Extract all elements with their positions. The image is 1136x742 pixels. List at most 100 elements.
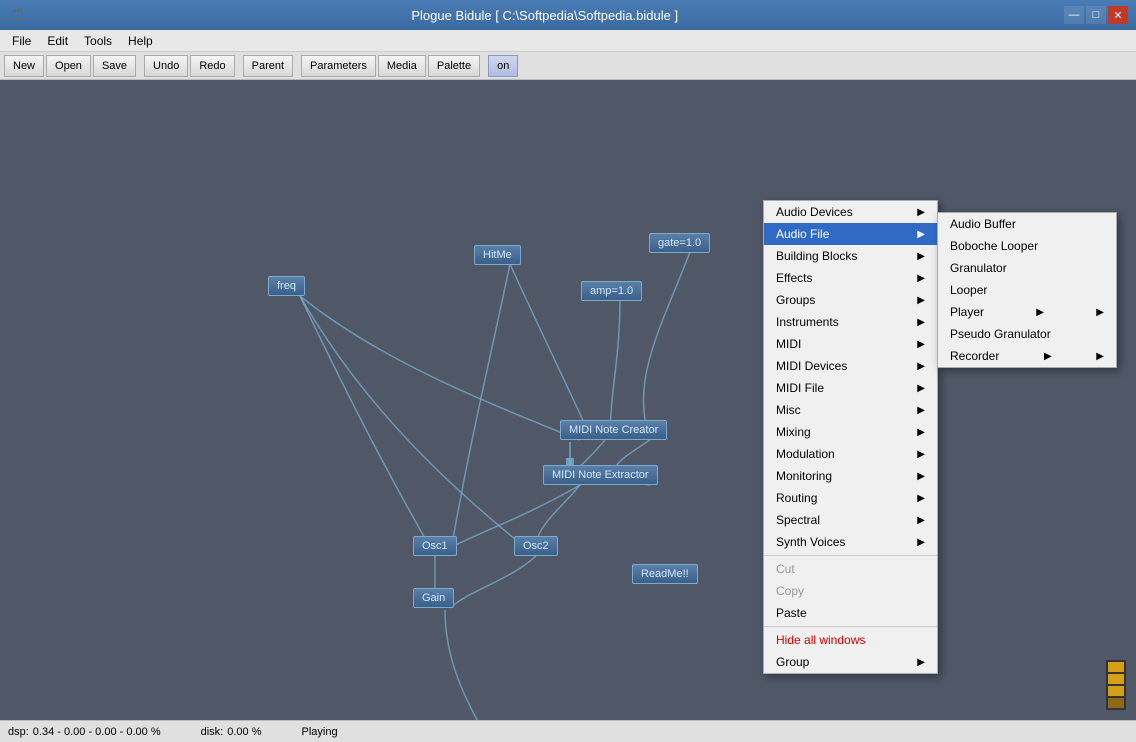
arrow-icon: ▶	[917, 537, 925, 548]
vu-bar-4	[1108, 698, 1124, 708]
arrow-icon: ▶	[917, 383, 925, 394]
separator-1	[764, 555, 937, 556]
node-amp[interactable]: amp=1.0	[581, 281, 642, 301]
node-osc1[interactable]: Osc1	[413, 536, 457, 556]
arrow-icon: ▶	[917, 251, 925, 262]
parameters-button[interactable]: Parameters	[301, 55, 376, 77]
ctx-cut[interactable]: Cut	[764, 558, 937, 580]
app-icon: 🎵	[8, 7, 25, 24]
canvas-area[interactable]: freq HitMe gate=1.0 amp=1.0 MIDI Note Cr…	[0, 80, 1136, 720]
sub-boboche-looper[interactable]: Boboche Looper	[938, 235, 1116, 257]
node-midi-note-extractor[interactable]: MIDI Note Extractor	[543, 465, 658, 485]
toolbar: New Open Save Undo Redo Parent Parameter…	[0, 52, 1136, 80]
node-gate[interactable]: gate=1.0	[649, 233, 710, 253]
menu-tools[interactable]: Tools	[76, 32, 120, 50]
menu-help[interactable]: Help	[120, 32, 161, 50]
ctx-modulation[interactable]: Modulation ▶	[764, 443, 937, 465]
node-midi-note-creator[interactable]: MIDI Note Creator	[560, 420, 667, 440]
ctx-copy[interactable]: Copy	[764, 580, 937, 602]
arrow-icon: ▶	[1044, 351, 1052, 362]
window-title: Plogue Bidule [ C:\Softpedia\Softpedia.b…	[25, 8, 1064, 23]
open-button[interactable]: Open	[46, 55, 91, 77]
arrow-icon: ▶	[917, 449, 925, 460]
close-button[interactable]: ✕	[1108, 6, 1128, 24]
connections-svg	[0, 80, 1136, 720]
ctx-audio-devices[interactable]: Audio Devices ▶	[764, 201, 937, 223]
arrow-icon: ▶	[917, 493, 925, 504]
separator-2	[764, 626, 937, 627]
node-freq[interactable]: freq	[268, 276, 305, 296]
disk-label: disk:	[201, 726, 224, 738]
media-button[interactable]: Media	[378, 55, 426, 77]
sub-audio-buffer[interactable]: Audio Buffer	[938, 213, 1116, 235]
ctx-midi-file[interactable]: MIDI File ▶	[764, 377, 937, 399]
arrow-icon: ▶	[917, 295, 925, 306]
ctx-routing[interactable]: Routing ▶	[764, 487, 937, 509]
new-button[interactable]: New	[4, 55, 44, 77]
sub-recorder[interactable]: Recorder ▶	[938, 345, 1116, 367]
minimize-button[interactable]: —	[1064, 6, 1084, 24]
ctx-groups[interactable]: Groups ▶	[764, 289, 937, 311]
ctx-hide-all-windows[interactable]: Hide all windows	[764, 629, 937, 651]
arrow-icon: ▶	[917, 339, 925, 350]
ctx-paste[interactable]: Paste	[764, 602, 937, 624]
node-osc2[interactable]: Osc2	[514, 536, 558, 556]
arrow-icon: ▶	[1036, 307, 1044, 318]
ctx-midi[interactable]: MIDI ▶	[764, 333, 937, 355]
menu-file[interactable]: File	[4, 32, 39, 50]
window-controls: — □ ✕	[1064, 6, 1128, 24]
dsp-status: dsp: 0.34 - 0.00 - 0.00 - 0.00 %	[8, 726, 161, 738]
arrow-icon: ▶	[917, 317, 925, 328]
vu-meter	[1106, 660, 1126, 710]
ctx-audio-file[interactable]: Audio File ▶	[764, 223, 937, 245]
arrow-icon: ▶	[917, 361, 925, 372]
ctx-spectral[interactable]: Spectral ▶	[764, 509, 937, 531]
submenu-audiofile: Audio Buffer Boboche Looper Granulator L…	[937, 212, 1117, 368]
disk-status: disk: 0.00 %	[201, 726, 262, 738]
menu-edit[interactable]: Edit	[39, 32, 76, 50]
ctx-mixing[interactable]: Mixing ▶	[764, 421, 937, 443]
context-menu: Audio Devices ▶ Audio File ▶ Building Bl…	[763, 200, 938, 674]
arrow-icon: ▶	[917, 207, 925, 218]
ctx-monitoring[interactable]: Monitoring ▶	[764, 465, 937, 487]
ctx-building-blocks[interactable]: Building Blocks ▶	[764, 245, 937, 267]
undo-button[interactable]: Undo	[144, 55, 188, 77]
arrow-icon: ▶	[917, 405, 925, 416]
disk-value: 0.00 %	[227, 726, 261, 738]
ctx-instruments[interactable]: Instruments ▶	[764, 311, 937, 333]
playing-status: Playing	[301, 726, 337, 738]
arrow-icon: ▶	[917, 427, 925, 438]
vu-bar-2	[1108, 674, 1124, 684]
arrow-icon: ▶	[917, 657, 925, 668]
node-hitme[interactable]: HitMe	[474, 245, 521, 265]
ctx-effects[interactable]: Effects ▶	[764, 267, 937, 289]
sub-player[interactable]: Player ▶	[938, 301, 1116, 323]
arrow-icon: ▶	[917, 273, 925, 284]
on-button[interactable]: on	[488, 55, 518, 77]
palette-button[interactable]: Palette	[428, 55, 480, 77]
arrow-icon: ▶	[917, 515, 925, 526]
titlebar: 🎵 Plogue Bidule [ C:\Softpedia\Softpedia…	[0, 0, 1136, 30]
ctx-group[interactable]: Group ▶	[764, 651, 937, 673]
ctx-midi-devices[interactable]: MIDI Devices ▶	[764, 355, 937, 377]
titlebar-left: 🎵	[8, 7, 25, 24]
redo-button[interactable]: Redo	[190, 55, 234, 77]
arrow-icon: ▶	[917, 471, 925, 482]
vu-bar-3	[1108, 686, 1124, 696]
vu-bar-1	[1108, 662, 1124, 672]
dsp-value: 0.34 - 0.00 - 0.00 - 0.00 %	[33, 726, 161, 738]
arrow-icon: ▶	[917, 229, 925, 240]
sub-pseudo-granulator[interactable]: Pseudo Granulator	[938, 323, 1116, 345]
ctx-synth-voices[interactable]: Synth Voices ▶	[764, 531, 937, 553]
sub-looper[interactable]: Looper	[938, 279, 1116, 301]
save-button[interactable]: Save	[93, 55, 136, 77]
parent-button[interactable]: Parent	[243, 55, 293, 77]
node-readme[interactable]: ReadMe!!	[632, 564, 698, 584]
statusbar: dsp: 0.34 - 0.00 - 0.00 - 0.00 % disk: 0…	[0, 720, 1136, 742]
dsp-label: dsp:	[8, 726, 29, 738]
ctx-misc[interactable]: Misc ▶	[764, 399, 937, 421]
maximize-button[interactable]: □	[1086, 6, 1106, 24]
node-gain[interactable]: Gain	[413, 588, 454, 608]
menubar: File Edit Tools Help	[0, 30, 1136, 52]
sub-granulator[interactable]: Granulator	[938, 257, 1116, 279]
